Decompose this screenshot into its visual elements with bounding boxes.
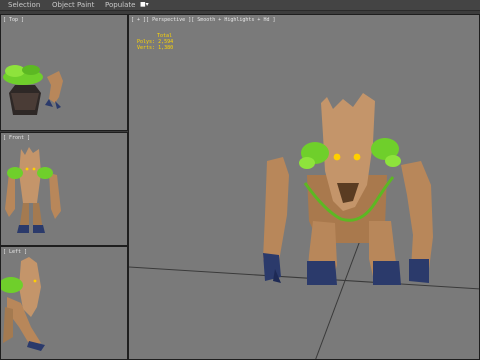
viewport-icon[interactable]: ■▾ <box>140 1 154 8</box>
viewport-left[interactable]: [ Left ] <box>0 246 128 360</box>
model-left-eye <box>333 153 341 161</box>
menu-object-paint[interactable]: Object Paint <box>52 0 94 10</box>
left-view-model <box>1 257 45 351</box>
perspective-scene <box>129 93 479 359</box>
menu-bar: Selection Object Paint Populate ■▾ <box>0 0 480 11</box>
model-right-eye <box>353 153 361 161</box>
viewport-perspective[interactable]: [ + ][ Perspective ][ Smooth + Highlight… <box>128 14 480 360</box>
menu-populate[interactable]: Populate <box>105 0 135 10</box>
viewport-front[interactable]: [ Front ] <box>0 132 128 246</box>
top-view-model <box>3 65 63 115</box>
viewport-top[interactable]: [ Top ] <box>0 14 128 131</box>
menu-selection[interactable]: Selection <box>8 0 40 10</box>
front-view-model <box>5 147 61 233</box>
